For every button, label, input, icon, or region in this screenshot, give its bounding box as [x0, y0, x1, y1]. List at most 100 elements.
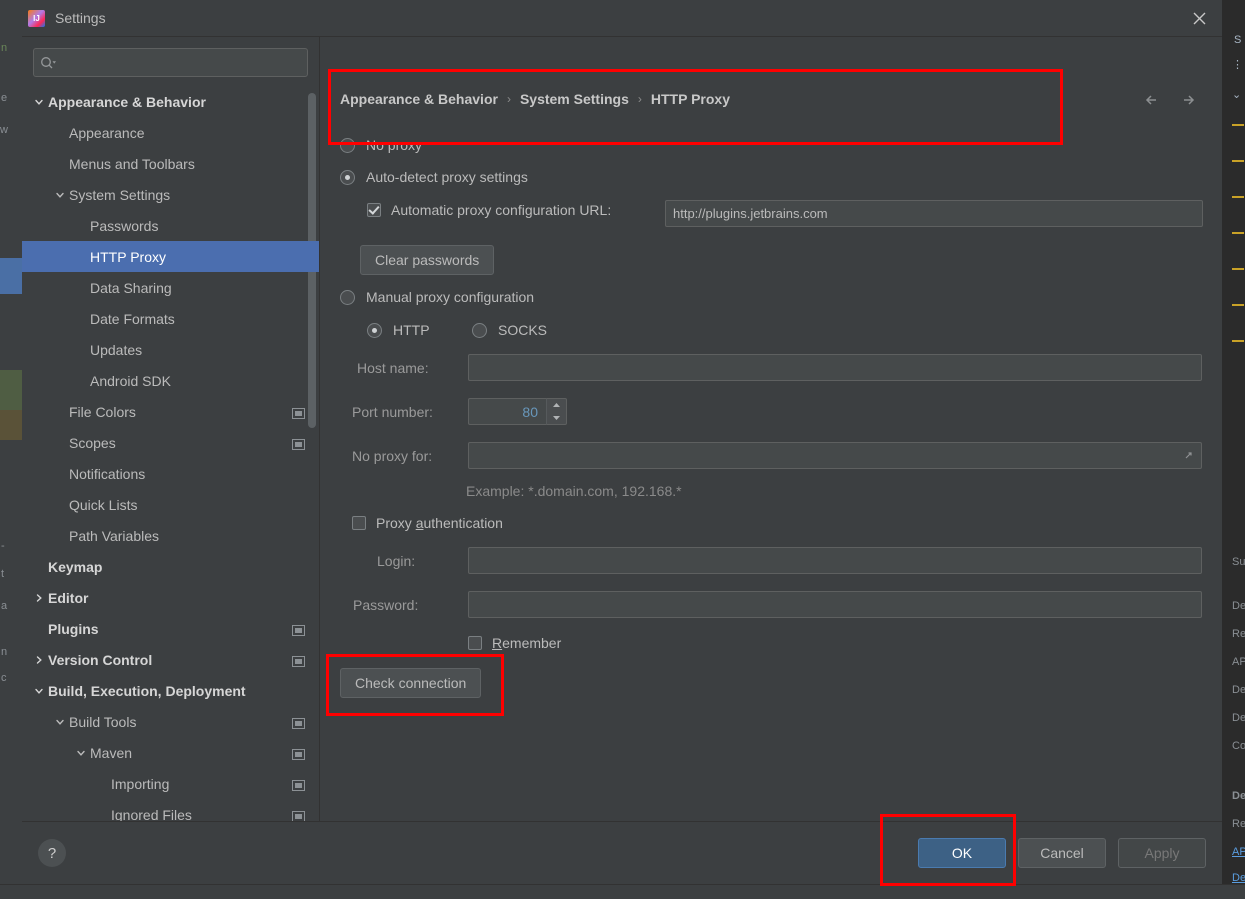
- project-scope-icon: [292, 654, 305, 667]
- sidebar-item-label: File Colors: [69, 403, 136, 420]
- highlight-auto-detect-section: [328, 69, 1063, 145]
- sidebar-item-android-sdk[interactable]: Android SDK: [22, 365, 319, 396]
- breadcrumb-separator: ›: [637, 92, 642, 106]
- sidebar-item-label: Passwords: [90, 217, 159, 234]
- password-input[interactable]: [468, 591, 1202, 618]
- sidebar-item-updates[interactable]: Updates: [22, 334, 319, 365]
- project-scope-icon: [292, 406, 305, 419]
- sidebar-item-keymap[interactable]: Keymap: [22, 551, 319, 582]
- sidebar-item-build-tools[interactable]: Build Tools: [22, 706, 319, 737]
- chevron-down-icon[interactable]: [72, 748, 90, 758]
- close-icon[interactable]: [1176, 1, 1222, 36]
- no-proxy-for-input[interactable]: [468, 442, 1202, 469]
- sidebar-item-label: Quick Lists: [69, 496, 138, 513]
- password-label: Password:: [353, 597, 419, 613]
- breadcrumb-item-1[interactable]: System Settings: [520, 91, 629, 107]
- pac-checkbox-label: Automatic proxy configuration URL:: [391, 202, 612, 218]
- chevron-down-icon[interactable]: [30, 97, 48, 107]
- sidebar-item-label: Menus and Toolbars: [69, 155, 195, 172]
- port-spinner-buttons[interactable]: [546, 398, 567, 425]
- remember-checkbox-row[interactable]: Remember: [468, 635, 561, 651]
- breadcrumb-item-0[interactable]: Appearance & Behavior: [340, 91, 498, 107]
- background-ide-left: n e w - t a n c: [0, 0, 23, 899]
- ok-button[interactable]: OK: [918, 838, 1006, 868]
- sidebar-item-label: Maven: [90, 744, 133, 761]
- radio-socks[interactable]: SOCKS: [472, 316, 547, 344]
- sidebar-item-label: Version Control: [48, 651, 153, 668]
- sidebar-item-http-proxy[interactable]: HTTP Proxy: [22, 241, 319, 272]
- help-icon[interactable]: ?: [38, 839, 66, 867]
- clear-passwords-button[interactable]: Clear passwords: [360, 245, 495, 275]
- arrow-left-icon[interactable]: [1140, 88, 1164, 112]
- radio-no-proxy[interactable]: No proxy: [340, 131, 422, 159]
- proxy-auth-checkbox[interactable]: [352, 516, 366, 530]
- sidebar-item-date-formats[interactable]: Date Formats: [22, 303, 319, 334]
- sidebar-item-system-settings[interactable]: System Settings: [22, 179, 319, 210]
- port-number-input[interactable]: [468, 398, 546, 425]
- chevron-down-icon[interactable]: [30, 686, 48, 696]
- project-scope-icon: [292, 809, 305, 821]
- remember-label: Remember: [492, 635, 562, 651]
- radio-http-indicator: [367, 322, 382, 338]
- sidebar-item-ignored-files[interactable]: Ignored Files: [22, 799, 319, 821]
- chevron-right-icon[interactable]: [30, 593, 48, 603]
- sidebar-item-file-colors[interactable]: File Colors: [22, 396, 319, 427]
- sidebar-item-notifications[interactable]: Notifications: [22, 458, 319, 489]
- sidebar-item-appearance[interactable]: Appearance: [22, 117, 319, 148]
- spinner-up-icon[interactable]: [547, 399, 566, 412]
- sidebar-item-label: Scopes: [69, 434, 116, 451]
- check-connection-button[interactable]: Check connection: [340, 668, 482, 698]
- sidebar-item-plugins[interactable]: Plugins: [22, 613, 319, 644]
- chevron-right-icon[interactable]: [30, 655, 48, 665]
- pac-checkbox-row[interactable]: Automatic proxy configuration URL:: [367, 202, 611, 218]
- sidebar-item-menus-and-toolbars[interactable]: Menus and Toolbars: [22, 148, 319, 179]
- host-name-input[interactable]: [468, 354, 1202, 381]
- sidebar-item-label: Ignored Files: [111, 806, 192, 822]
- sidebar-item-editor[interactable]: Editor: [22, 582, 319, 613]
- pac-checkbox[interactable]: [367, 203, 381, 217]
- proxy-auth-checkbox-row[interactable]: Proxy authentication: [352, 515, 503, 531]
- settings-dialog: Settings: [22, 0, 1222, 886]
- chevron-down-icon[interactable]: [51, 717, 69, 727]
- settings-content: Appearance & Behavior › System Settings …: [320, 37, 1222, 821]
- radio-manual-proxy[interactable]: Manual proxy configuration: [340, 283, 534, 311]
- settings-tree: Appearance & Behavior Appearance Menus and…: [22, 85, 319, 821]
- sidebar-item-version-control[interactable]: Version Control: [22, 644, 319, 675]
- spinner-down-icon[interactable]: [547, 412, 566, 425]
- sidebar-item-label: Appearance: [69, 124, 145, 141]
- sidebar-item-maven[interactable]: Maven: [22, 737, 319, 768]
- dialog-titlebar: Settings: [22, 0, 1222, 37]
- arrow-right-icon[interactable]: [1176, 88, 1200, 112]
- sidebar-item-build-execution-deployment[interactable]: Build, Execution, Deployment: [22, 675, 319, 706]
- sidebar-item-data-sharing[interactable]: Data Sharing: [22, 272, 319, 303]
- radio-manual-indicator: [340, 289, 355, 305]
- background-ide-bottom: [0, 884, 1245, 899]
- sidebar-item-scopes[interactable]: Scopes: [22, 427, 319, 458]
- cancel-button[interactable]: Cancel: [1018, 838, 1106, 868]
- sidebar-item-passwords[interactable]: Passwords: [22, 210, 319, 241]
- login-input[interactable]: [468, 547, 1202, 574]
- search-input[interactable]: [57, 54, 301, 71]
- expand-icon[interactable]: [1182, 449, 1195, 462]
- dialog-footer: ? OK Cancel Apply: [22, 814, 1222, 886]
- sidebar-item-path-variables[interactable]: Path Variables: [22, 520, 319, 551]
- dialog-title: Settings: [55, 10, 106, 26]
- pac-url-input[interactable]: [665, 200, 1203, 227]
- search-box[interactable]: [33, 48, 308, 77]
- sidebar-item-quick-lists[interactable]: Quick Lists: [22, 489, 319, 520]
- radio-http[interactable]: HTTP: [367, 316, 430, 344]
- port-number-stepper[interactable]: [468, 398, 567, 425]
- settings-sidebar: Appearance & Behavior Appearance Menus and…: [22, 37, 320, 821]
- radio-auto-detect-proxy[interactable]: Auto-detect proxy settings: [340, 163, 528, 191]
- sidebar-item-importing[interactable]: Importing: [22, 768, 319, 799]
- chevron-down-icon[interactable]: [51, 190, 69, 200]
- sidebar-item-appearance-behavior[interactable]: Appearance & Behavior: [22, 86, 319, 117]
- apply-button: Apply: [1118, 838, 1206, 868]
- sidebar-item-label: HTTP Proxy: [90, 248, 166, 265]
- radio-no-proxy-label: No proxy: [366, 137, 423, 153]
- login-label: Login:: [377, 553, 416, 569]
- sidebar-item-label: Keymap: [48, 558, 103, 575]
- project-scope-icon: [292, 437, 305, 450]
- remember-checkbox[interactable]: [468, 636, 482, 650]
- sidebar-item-label: Path Variables: [69, 527, 160, 544]
